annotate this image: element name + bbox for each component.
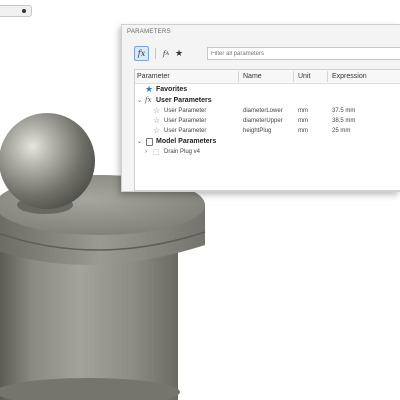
parameters-toolbar: fx fA ★ <box>134 46 400 62</box>
parameter-name[interactable]: diameterLower <box>243 108 283 114</box>
group-label-model-parameters: Model Parameters <box>156 138 217 145</box>
parameter-type: User Parameter <box>164 118 207 124</box>
parameter-unit: mm <box>298 108 308 114</box>
column-header-expression[interactable]: Expression <box>332 73 367 80</box>
group-label-user-parameters: User Parameters <box>156 97 212 104</box>
function-fx-icon[interactable]: fx <box>134 46 149 61</box>
parameter-type: User Parameter <box>164 128 207 134</box>
table-header: Parameter Name Unit Expression <box>135 70 400 84</box>
model-item-label: Drain Plug v4 <box>164 149 201 155</box>
parameters-dialog: PARAMETERS fx fA ★ Parameter Name Unit E… <box>121 24 400 192</box>
column-header-parameter[interactable]: Parameter <box>137 73 170 80</box>
star-outline-icon[interactable]: ☆ <box>153 116 160 125</box>
document-icon <box>146 138 153 146</box>
column-divider[interactable] <box>327 71 328 82</box>
group-label-favorites: Favorites <box>156 86 188 93</box>
group-row-favorites[interactable]: ★ Favorites <box>135 84 400 95</box>
chevron-down-icon[interactable]: ⌄ <box>137 97 142 104</box>
parameters-table: Parameter Name Unit Expression ★ Favorit… <box>134 69 400 191</box>
toolbar-divider <box>155 48 156 59</box>
parameter-name[interactable]: heightPlug <box>243 128 271 134</box>
filter-parameters-input[interactable] <box>207 47 400 60</box>
font-fx-icon[interactable]: fA <box>159 46 173 61</box>
column-divider[interactable] <box>293 71 294 82</box>
table-row[interactable]: ☆ User Parameter heightPlug mm 25 mm <box>135 126 400 137</box>
chevron-right-icon[interactable]: › <box>145 149 147 155</box>
dialog-title: PARAMETERS <box>127 29 171 35</box>
star-outline-icon[interactable]: ☆ <box>153 126 160 135</box>
parameter-expression[interactable]: 37.5 mm <box>332 108 355 114</box>
column-divider[interactable] <box>238 71 239 82</box>
star-outline-icon[interactable]: ☆ <box>153 106 160 115</box>
parameter-type: User Parameter <box>164 108 207 114</box>
table-row[interactable]: ☆ User Parameter diameterLower mm 37.5 m… <box>135 106 400 117</box>
parameter-unit: mm <box>298 118 308 124</box>
component-icon: ⬚ <box>153 149 160 156</box>
column-header-name[interactable]: Name <box>243 73 262 80</box>
table-row[interactable]: ☆ User Parameter diameterUpper mm 38.5 m… <box>135 116 400 127</box>
parameter-expression[interactable]: 38.5 mm <box>332 118 355 124</box>
chevron-down-icon[interactable]: ⌄ <box>137 138 142 145</box>
column-header-unit[interactable]: Unit <box>298 73 310 80</box>
parameter-expression[interactable]: 25 mm <box>332 128 350 134</box>
parameter-unit: mm <box>298 128 308 134</box>
group-row-model-parameters[interactable]: ⌄ Model Parameters <box>135 137 400 147</box>
group-row-user-parameters[interactable]: ⌄ fx User Parameters <box>135 96 400 106</box>
star-icon: ★ <box>145 84 154 94</box>
function-fx-icon: fx <box>145 96 152 104</box>
parameter-name[interactable]: diameterUpper <box>243 118 283 124</box>
list-item[interactable]: › ⬚ Drain Plug v4 <box>135 148 400 158</box>
star-icon[interactable]: ★ <box>172 46 186 61</box>
